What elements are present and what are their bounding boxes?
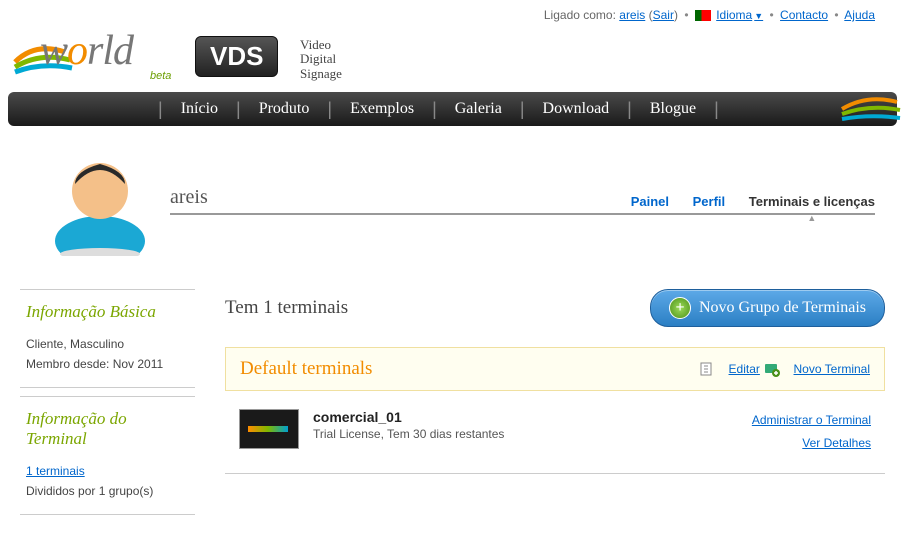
subtabs: Painel Perfil Terminais e licenças — [611, 194, 875, 209]
sidebar-basic-line1: Cliente, Masculino — [26, 334, 189, 354]
group-actions: Editar Novo Terminal — [699, 361, 870, 378]
logged-as-label: Ligado como: — [544, 8, 616, 22]
sidebar-term-link[interactable]: 1 terminais — [26, 464, 85, 478]
terminal-name: comercial_01 — [313, 409, 402, 425]
edit-group-link[interactable]: Editar — [729, 362, 760, 376]
vds-tagline: VideoDigitalSignage — [300, 38, 342, 81]
group-name: Default terminals — [240, 358, 372, 380]
header: world beta VDS VideoDigitalSignage — [0, 22, 905, 92]
new-group-button[interactable]: + Novo Grupo de Terminais — [650, 289, 885, 327]
logo-text[interactable]: world — [40, 27, 133, 75]
content: Tem 1 terminais + Novo Grupo de Terminai… — [205, 289, 885, 523]
help-link[interactable]: Ajuda — [844, 8, 875, 22]
terminal-thumbnail[interactable] — [239, 409, 299, 449]
navbar: | Início| Produto| Exemplos| Galeria| Do… — [8, 92, 897, 126]
sidebar-term-title: Informação do Terminal — [26, 409, 189, 449]
terminal-actions: Administrar o Terminal Ver Detalhes — [752, 409, 871, 455]
new-terminal-link[interactable]: Novo Terminal — [794, 362, 870, 376]
manage-terminal-link[interactable]: Administrar o Terminal — [752, 413, 871, 427]
nav-galeria[interactable]: Galeria — [437, 100, 520, 118]
sidebar-basic-info: Informação Básica Cliente, Masculino Mem… — [20, 289, 195, 388]
content-head: Tem 1 terminais + Novo Grupo de Terminai… — [225, 289, 885, 327]
tab-perfil[interactable]: Perfil — [693, 194, 726, 209]
terminal-row: comercial_01 Trial License, Tem 30 dias … — [225, 391, 885, 474]
logout-link[interactable]: Sair — [653, 8, 674, 22]
sidebar-basic-title: Informação Básica — [26, 302, 189, 322]
nav-blogue[interactable]: Blogue — [632, 100, 714, 118]
edit-icon — [699, 361, 715, 377]
sidebar-term-line2: Divididos por 1 grupo(s) — [26, 481, 189, 501]
sidebar-terminal-info: Informação do Terminal 1 terminais Divid… — [20, 396, 195, 515]
flag-icon — [695, 10, 711, 21]
content-heading: Tem 1 terminais — [225, 297, 348, 319]
nav-exemplos[interactable]: Exemplos — [332, 100, 432, 118]
language-link[interactable]: Idioma▼ — [716, 8, 763, 22]
sidebar-basic-line2: Membro desde: Nov 2011 — [26, 354, 189, 374]
new-terminal-icon — [764, 361, 780, 377]
nav-download[interactable]: Download — [525, 100, 628, 118]
beta-label: beta — [150, 70, 171, 82]
sidebar: Informação Básica Cliente, Masculino Mem… — [20, 289, 205, 523]
tab-painel[interactable]: Painel — [631, 194, 669, 209]
avatar-icon — [30, 146, 170, 259]
user-link[interactable]: areis — [619, 8, 645, 22]
nav-produto[interactable]: Produto — [241, 100, 328, 118]
nav-inicio[interactable]: Início — [163, 100, 236, 118]
profile-header: areis Painel Perfil Terminais e licenças — [170, 146, 875, 259]
contact-link[interactable]: Contacto — [780, 8, 828, 22]
profile-name: areis — [170, 186, 208, 209]
plus-icon: + — [669, 297, 691, 319]
terminal-status: Trial License, Tem 30 dias restantes — [313, 427, 752, 441]
main: Informação Básica Cliente, Masculino Mem… — [20, 289, 885, 523]
tab-terminais[interactable]: Terminais e licenças — [749, 194, 875, 209]
vds-badge: VDS — [195, 36, 278, 77]
details-link[interactable]: Ver Detalhes — [802, 436, 871, 450]
terminal-info: comercial_01 Trial License, Tem 30 dias … — [299, 409, 752, 441]
terminal-group: Default terminals Editar Novo Terminal — [225, 347, 885, 391]
top-links: Ligado como: areis (Sair) • Idioma▼ • Co… — [0, 0, 905, 22]
nav-swirl-icon — [832, 84, 902, 137]
profile-area: areis Painel Perfil Terminais e licenças — [30, 146, 875, 259]
chevron-down-icon: ▼ — [754, 11, 763, 21]
